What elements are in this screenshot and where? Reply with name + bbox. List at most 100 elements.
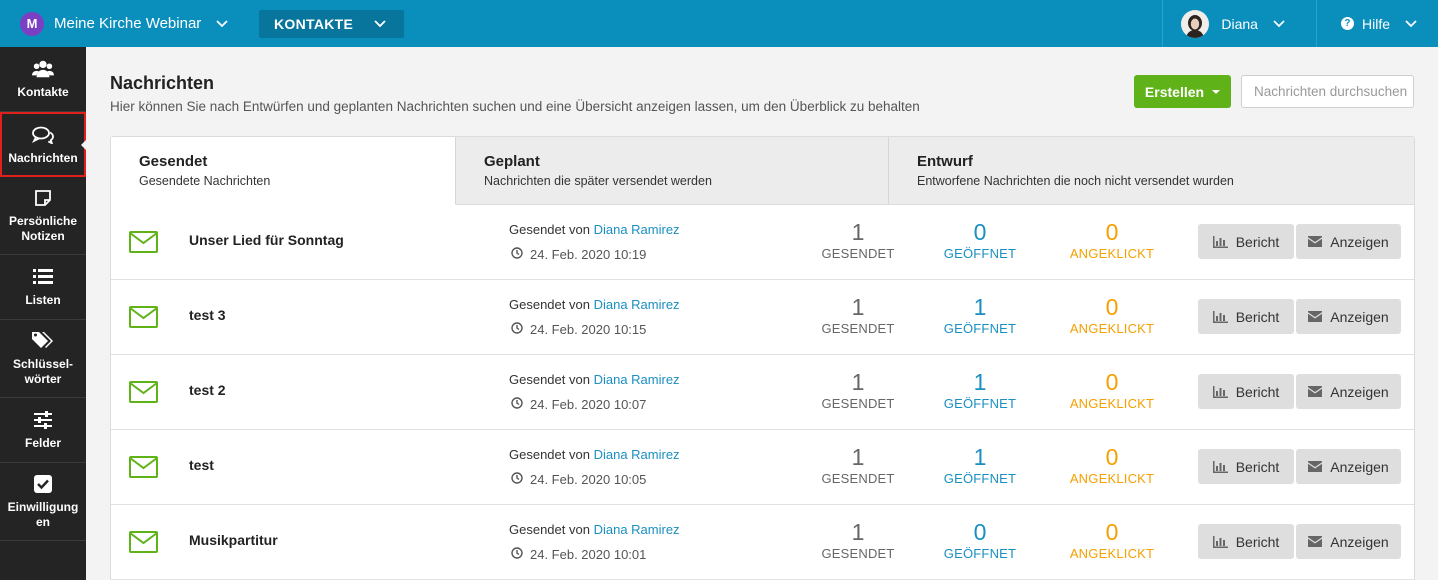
list-item[interactable]: Musikpartitur Gesendet von Diana Ramirez… bbox=[111, 505, 1414, 580]
tag-icon bbox=[32, 330, 54, 352]
clock-icon bbox=[511, 547, 523, 562]
stat-sent-label: GESENDET bbox=[821, 546, 895, 561]
date-text: 24. Feb. 2020 10:05 bbox=[530, 472, 647, 487]
sidebar-item-label: Schlüssel-wörter bbox=[13, 357, 74, 386]
view-button[interactable]: Anzeigen bbox=[1296, 374, 1401, 409]
org-avatar: M bbox=[20, 11, 44, 36]
stat-sent-label: GESENDET bbox=[821, 396, 895, 411]
view-button[interactable]: Anzeigen bbox=[1296, 449, 1401, 484]
list-item[interactable]: Unser Lied für Sonntag Gesendet von Dian… bbox=[111, 205, 1414, 280]
bar-chart-icon bbox=[1212, 460, 1228, 473]
stat-opened-label: GEÖFFNET bbox=[943, 471, 1017, 486]
chevron-down-icon bbox=[1272, 17, 1286, 31]
list-item[interactable]: test 3 Gesendet von Diana Ramirez 24. Fe… bbox=[111, 280, 1414, 355]
stat-clicked-label: ANGEKLICKT bbox=[1069, 546, 1155, 561]
report-button[interactable]: Bericht bbox=[1198, 524, 1294, 559]
stat-clicked: 0 ANGEKLICKT bbox=[1057, 219, 1167, 261]
stat-clicked: 0 ANGEKLICKT bbox=[1057, 519, 1167, 561]
sent-date: 24. Feb. 2020 10:15 bbox=[511, 322, 646, 337]
envelope-icon bbox=[129, 456, 158, 483]
bar-chart-icon bbox=[1212, 385, 1228, 398]
envelope-icon bbox=[129, 531, 158, 558]
message-name[interactable]: test bbox=[189, 457, 214, 473]
module-switcher[interactable]: KONTAKTE bbox=[259, 9, 404, 38]
sidebar-item-schluesselwoerter[interactable]: Schlüssel-wörter bbox=[0, 320, 86, 398]
view-button-label: Anzeigen bbox=[1330, 533, 1389, 550]
sent-by-label: Gesendet von bbox=[509, 222, 590, 237]
sender-link[interactable]: Diana Ramirez bbox=[594, 447, 680, 462]
user-menu[interactable]: Diana bbox=[1162, 0, 1317, 47]
list-item[interactable]: test 2 Gesendet von Diana Ramirez 24. Fe… bbox=[111, 355, 1414, 430]
sender-link[interactable]: Diana Ramirez bbox=[594, 297, 680, 312]
message-name[interactable]: test 2 bbox=[189, 382, 226, 398]
stat-opened: 0 GEÖFFNET bbox=[925, 219, 1035, 261]
tab-geplant[interactable]: Geplant Nachrichten die später versendet… bbox=[456, 137, 889, 204]
sliders-icon bbox=[32, 409, 54, 431]
sender-link[interactable]: Diana Ramirez bbox=[594, 222, 680, 237]
checkbox-icon bbox=[32, 473, 54, 495]
sidebar-item-einwilligungen[interactable]: Einwilligungen bbox=[0, 463, 86, 541]
message-name[interactable]: Musikpartitur bbox=[189, 532, 278, 548]
stat-opened-label: GEÖFFNET bbox=[943, 321, 1017, 336]
view-button[interactable]: Anzeigen bbox=[1296, 299, 1401, 334]
sidebar-item-felder[interactable]: Felder bbox=[0, 398, 86, 463]
report-button[interactable]: Bericht bbox=[1198, 449, 1294, 484]
report-button[interactable]: Bericht bbox=[1198, 374, 1294, 409]
sender-link[interactable]: Diana Ramirez bbox=[594, 372, 680, 387]
chat-bubbles-icon bbox=[32, 124, 54, 146]
main-content: Nachrichten Hier können Sie nach Entwürf… bbox=[110, 73, 1415, 580]
stat-clicked-value: 0 bbox=[1105, 294, 1119, 320]
sidebar-item-notizen[interactable]: Persönliche Notizen bbox=[0, 177, 86, 255]
stat-opened-value: 1 bbox=[973, 369, 987, 395]
view-button[interactable]: Anzeigen bbox=[1296, 224, 1401, 259]
stat-clicked-value: 0 bbox=[1105, 219, 1119, 245]
stat-opened-value: 0 bbox=[973, 519, 987, 545]
list-item[interactable]: test Gesendet von Diana Ramirez 24. Feb.… bbox=[111, 430, 1414, 505]
sender-line: Gesendet von Diana Ramirez bbox=[509, 372, 680, 387]
stat-sent: 1 GESENDET bbox=[803, 294, 913, 336]
sender-link[interactable]: Diana Ramirez bbox=[594, 522, 680, 537]
question-icon: ? bbox=[1340, 17, 1354, 30]
report-button[interactable]: Bericht bbox=[1198, 224, 1294, 259]
sidebar-item-label: Kontakte bbox=[17, 85, 69, 99]
tab-gesendet[interactable]: Gesendet Gesendete Nachrichten bbox=[111, 137, 456, 205]
envelope-icon bbox=[129, 231, 158, 258]
tab-entwurf[interactable]: Entwurf Entworfene Nachrichten die noch … bbox=[889, 137, 1414, 204]
chevron-down-icon bbox=[215, 17, 229, 31]
search-input[interactable] bbox=[1241, 75, 1414, 108]
bar-chart-icon bbox=[1212, 535, 1228, 548]
sender-line: Gesendet von Diana Ramirez bbox=[509, 522, 680, 537]
date-text: 24. Feb. 2020 10:19 bbox=[530, 247, 647, 262]
top-bar: M Meine Kirche Webinar KONTAKTE Diana ? … bbox=[0, 0, 1438, 47]
tab-bar: Gesendet Gesendete Nachrichten Geplant N… bbox=[111, 137, 1414, 205]
org-name: Meine Kirche Webinar bbox=[54, 15, 202, 32]
sidebar-item-label: Listen bbox=[25, 293, 61, 307]
tab-subtitle: Gesendete Nachrichten bbox=[139, 174, 271, 188]
view-button[interactable]: Anzeigen bbox=[1296, 524, 1401, 559]
sidebar-item-listen[interactable]: Listen bbox=[0, 255, 86, 320]
stat-opened-label: GEÖFFNET bbox=[943, 546, 1017, 561]
message-name[interactable]: Unser Lied für Sonntag bbox=[189, 232, 344, 248]
help-menu[interactable]: ? Hilfe bbox=[1317, 0, 1438, 47]
date-text: 24. Feb. 2020 10:15 bbox=[530, 322, 647, 337]
users-icon bbox=[32, 58, 54, 80]
clock-icon bbox=[511, 247, 523, 262]
stat-clicked-label: ANGEKLICKT bbox=[1069, 321, 1155, 336]
stat-opened-label: GEÖFFNET bbox=[943, 396, 1017, 411]
report-button-label: Bericht bbox=[1235, 383, 1280, 400]
stat-clicked: 0 ANGEKLICKT bbox=[1057, 294, 1167, 336]
tab-title: Geplant bbox=[484, 153, 540, 170]
sidebar-item-nachrichten[interactable]: Nachrichten bbox=[0, 112, 86, 177]
view-button-label: Anzeigen bbox=[1330, 308, 1389, 325]
create-button[interactable]: Erstellen bbox=[1134, 75, 1231, 108]
stat-opened-label: GEÖFFNET bbox=[943, 246, 1017, 261]
date-text: 24. Feb. 2020 10:01 bbox=[530, 547, 647, 562]
sidebar-item-kontakte[interactable]: Kontakte bbox=[0, 47, 86, 112]
message-name[interactable]: test 3 bbox=[189, 307, 226, 323]
stat-sent-label: GESENDET bbox=[821, 471, 895, 486]
report-button[interactable]: Bericht bbox=[1198, 299, 1294, 334]
sender-line: Gesendet von Diana Ramirez bbox=[509, 222, 680, 237]
org-switcher[interactable]: M Meine Kirche Webinar bbox=[0, 0, 245, 47]
sender-line: Gesendet von Diana Ramirez bbox=[509, 297, 680, 312]
stat-opened-value: 1 bbox=[973, 444, 987, 470]
